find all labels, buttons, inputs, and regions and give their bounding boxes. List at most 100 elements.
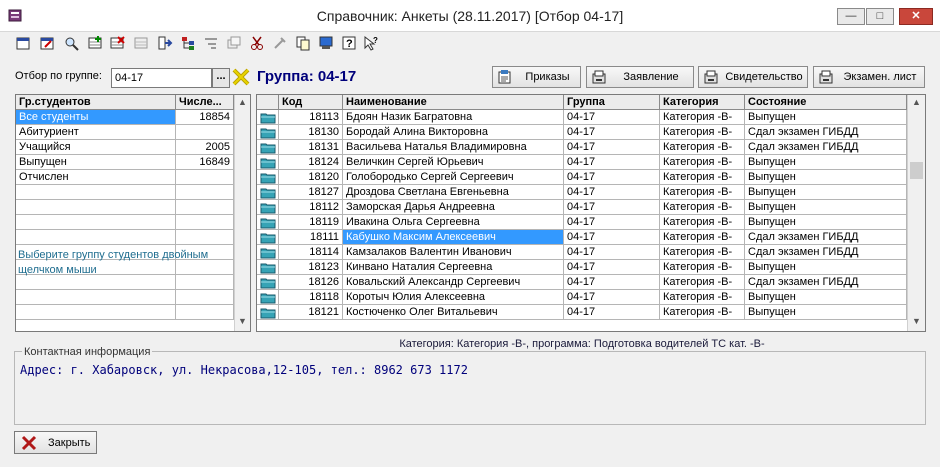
new-record-icon[interactable] [14, 34, 32, 52]
student-name-cell[interactable]: Величкин Сергей Юрьевич [343, 155, 564, 170]
print-preview-icon[interactable] [317, 34, 335, 52]
student-name-cell[interactable]: Камзалаков Валентин Иванович [343, 245, 564, 260]
scroll-up-icon[interactable]: ▲ [236, 95, 249, 109]
student-category-cell[interactable]: Категория -В- [660, 110, 745, 125]
maximize-button[interactable]: □ [866, 8, 894, 25]
cut-icon[interactable] [248, 34, 266, 52]
student-category-cell[interactable]: Категория -В- [660, 215, 745, 230]
group-name-cell[interactable]: Учащийся [16, 140, 176, 155]
groups-header-count[interactable]: Числе... [176, 95, 234, 110]
student-status-cell[interactable]: Сдал экзамен ГИБДД [745, 245, 907, 260]
group-name-cell[interactable] [16, 215, 176, 230]
groups-scrollbar[interactable]: ▲ ▼ [234, 95, 250, 331]
group-count-cell[interactable] [176, 305, 234, 320]
hierarchy-icon[interactable] [179, 34, 197, 52]
student-category-cell[interactable]: Категория -В- [660, 260, 745, 275]
copy-icon[interactable] [294, 34, 312, 52]
student-status-cell[interactable]: Выпущен [745, 200, 907, 215]
student-status-cell[interactable]: Выпущен [745, 110, 907, 125]
student-name-cell[interactable]: Костюченко Олег Витальевич [343, 305, 564, 320]
help-icon[interactable]: ? [340, 34, 358, 52]
student-name-cell[interactable]: Кабушко Максим Алексеевич [343, 230, 564, 245]
groups-grid[interactable]: Гр.студентов Числе... Все студенты 18854 А… [15, 94, 251, 332]
student-code-cell[interactable]: 18118 [279, 290, 343, 305]
scroll-up-icon[interactable]: ▲ [910, 95, 923, 109]
student-status-cell[interactable]: Сдал экзамен ГИБДД [745, 140, 907, 155]
filter-icon[interactable] [202, 34, 220, 52]
student-status-cell[interactable]: Выпущен [745, 260, 907, 275]
student-status-cell[interactable]: Сдал экзамен ГИБДД [745, 125, 907, 140]
multi-window-icon[interactable] [225, 34, 243, 52]
student-name-cell[interactable]: Коротыч Юлия Алексеевна [343, 290, 564, 305]
delete-row-icon[interactable] [108, 34, 126, 52]
student-name-cell[interactable]: Васильева Наталья Владимировна [343, 140, 564, 155]
find-icon[interactable] [62, 34, 80, 52]
student-group-cell[interactable]: 04-17 [564, 155, 660, 170]
minimize-button[interactable]: — [837, 8, 865, 25]
group-count-cell[interactable]: 2005 [176, 140, 234, 155]
student-name-cell[interactable]: Заморская Дарья Андреевна [343, 200, 564, 215]
scroll-down-icon[interactable]: ▼ [910, 314, 923, 328]
student-category-cell[interactable]: Категория -В- [660, 155, 745, 170]
student-code-cell[interactable]: 18123 [279, 260, 343, 275]
edit-record-icon[interactable] [38, 34, 56, 52]
student-category-cell[interactable]: Категория -В- [660, 185, 745, 200]
context-help-icon[interactable]: ? [362, 34, 380, 52]
group-count-cell[interactable]: 16849 [176, 155, 234, 170]
student-code-cell[interactable]: 18119 [279, 215, 343, 230]
group-count-cell[interactable] [176, 290, 234, 305]
student-group-cell[interactable]: 04-17 [564, 125, 660, 140]
add-row-icon[interactable] [86, 34, 104, 52]
student-name-cell[interactable]: Бородай Алина Викторовна [343, 125, 564, 140]
group-count-cell[interactable] [176, 125, 234, 140]
student-status-cell[interactable]: Выпущен [745, 185, 907, 200]
student-status-cell[interactable]: Выпущен [745, 215, 907, 230]
group-name-cell[interactable]: Отчислен [16, 170, 176, 185]
group-name-cell[interactable]: Абитуриент [16, 125, 176, 140]
student-name-cell[interactable]: Дроздова Светлана Евгеньевна [343, 185, 564, 200]
student-code-cell[interactable]: 18127 [279, 185, 343, 200]
scroll-down-icon[interactable]: ▼ [236, 314, 249, 328]
student-name-cell[interactable]: Ковальский Александр Сергеевич [343, 275, 564, 290]
student-group-cell[interactable]: 04-17 [564, 110, 660, 125]
student-group-cell[interactable]: 04-17 [564, 305, 660, 320]
student-code-cell[interactable]: 18111 [279, 230, 343, 245]
student-category-cell[interactable]: Категория -В- [660, 275, 745, 290]
student-category-cell[interactable]: Категория -В- [660, 245, 745, 260]
student-group-cell[interactable]: 04-17 [564, 290, 660, 305]
student-code-cell[interactable]: 18112 [279, 200, 343, 215]
student-code-cell[interactable]: 18113 [279, 110, 343, 125]
student-code-cell[interactable]: 18131 [279, 140, 343, 155]
group-name-cell[interactable]: Выпущен [16, 155, 176, 170]
student-category-cell[interactable]: Категория -В- [660, 140, 745, 155]
application-button[interactable]: Заявление [586, 66, 694, 88]
student-group-cell[interactable]: 04-17 [564, 260, 660, 275]
student-category-cell[interactable]: Категория -В- [660, 125, 745, 140]
group-name-cell[interactable] [16, 185, 176, 200]
student-group-cell[interactable]: 04-17 [564, 200, 660, 215]
group-count-cell[interactable] [176, 230, 234, 245]
group-count-cell[interactable] [176, 200, 234, 215]
student-category-cell[interactable]: Категория -В- [660, 305, 745, 320]
group-count-cell[interactable]: 18854 [176, 110, 234, 125]
student-code-cell[interactable]: 18121 [279, 305, 343, 320]
move-to-group-icon[interactable] [156, 34, 174, 52]
group-name-cell[interactable] [16, 305, 176, 320]
student-name-cell[interactable]: Кинвано Наталия Сергеевна [343, 260, 564, 275]
group-browse-button[interactable]: ... [212, 68, 230, 88]
group-name-cell[interactable] [16, 230, 176, 245]
student-status-cell[interactable]: Выпущен [745, 170, 907, 185]
student-status-cell[interactable]: Сдал экзамен ГИБДД [745, 275, 907, 290]
student-code-cell[interactable]: 18124 [279, 155, 343, 170]
student-name-cell[interactable]: Бдоян Назик Багратовна [343, 110, 564, 125]
orders-button[interactable]: Приказы [492, 66, 581, 88]
student-code-cell[interactable]: 18126 [279, 275, 343, 290]
group-name-cell[interactable] [16, 290, 176, 305]
tools-icon[interactable] [271, 34, 289, 52]
student-name-cell[interactable]: Ивакина Ольга Сергеевна [343, 215, 564, 230]
exam-sheet-button[interactable]: Экзамен. лист [813, 66, 925, 88]
group-filter-input[interactable]: 04-17 [111, 68, 212, 88]
student-group-cell[interactable]: 04-17 [564, 185, 660, 200]
student-group-cell[interactable]: 04-17 [564, 215, 660, 230]
student-status-cell[interactable]: Сдал экзамен ГИБДД [745, 230, 907, 245]
